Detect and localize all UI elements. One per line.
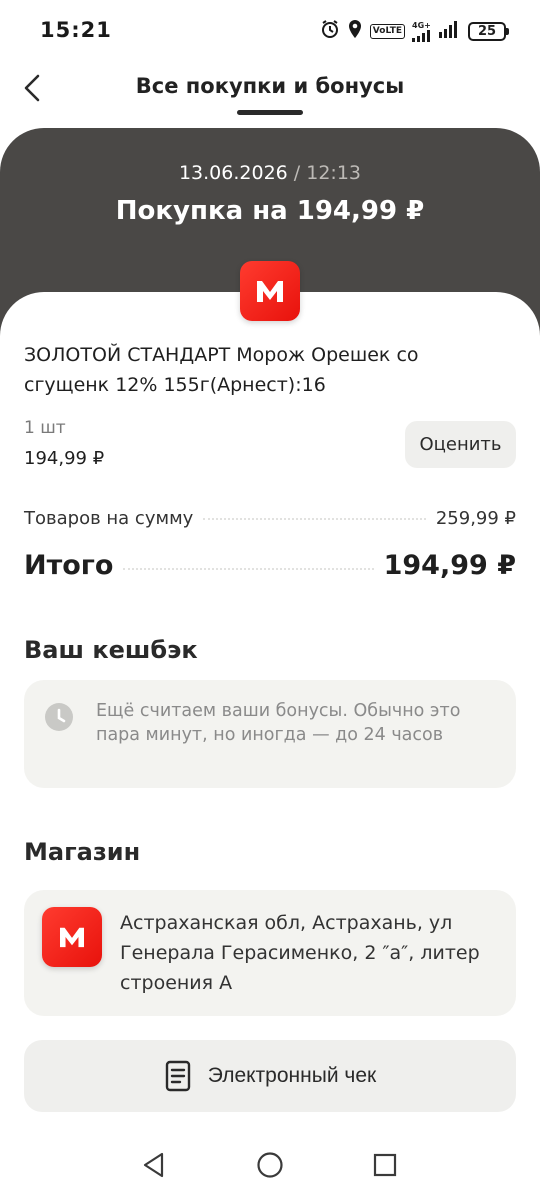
nav-home-button[interactable] xyxy=(255,1150,285,1180)
cashback-message: Ещё считаем ваши бонусы. Обычно это пара… xyxy=(96,701,461,745)
purchase-time: 12:13 xyxy=(306,162,362,184)
cellular-signal-2-icon xyxy=(439,20,461,42)
system-nav-bar xyxy=(0,1132,540,1194)
header: Все покупки и бонусы xyxy=(0,62,540,130)
network-type-label: 4G+ xyxy=(412,20,431,30)
purchase-date: 13.06.2026 xyxy=(178,162,288,184)
magnit-logo-icon xyxy=(60,927,84,948)
shop-logo xyxy=(42,907,102,967)
circle-home-icon xyxy=(257,1152,283,1178)
rate-button[interactable]: Оценить xyxy=(405,421,516,468)
product-price: 194,99 ₽ xyxy=(24,448,105,469)
nav-back-button[interactable] xyxy=(139,1150,169,1180)
triangle-back-icon xyxy=(143,1152,164,1178)
shop-title: Магазин xyxy=(24,838,141,866)
cellular-signal-icon: 4G+ xyxy=(412,21,432,42)
purchase-total-title: Покупка на 194,99 ₽ xyxy=(115,196,425,226)
status-icons: VoLTE 4G+ 25 xyxy=(320,19,509,43)
location-icon xyxy=(347,19,363,43)
clock-icon xyxy=(44,702,74,736)
title-underline xyxy=(237,110,303,115)
shop-address: Астраханская обл, Астрахань, ул Генерала… xyxy=(120,912,480,994)
cashback-title: Ваш кешбэк xyxy=(24,636,198,664)
square-recents-icon xyxy=(373,1153,397,1177)
dotted-leader xyxy=(123,568,374,570)
product-quantity: 1 шт xyxy=(24,418,66,438)
volte-icon: VoLTE xyxy=(369,23,405,39)
receipt-icon xyxy=(165,1060,190,1092)
total-row: Итого 194,99 ₽ xyxy=(24,550,516,581)
cashback-card: Ещё считаем ваши бонусы. Обычно это пара… xyxy=(24,680,516,788)
magnit-logo-icon xyxy=(257,281,283,302)
total-label: Итого xyxy=(24,550,114,581)
nav-recents-button[interactable] xyxy=(370,1150,400,1180)
page-title: Все покупки и бонусы xyxy=(135,74,405,98)
alarm-icon xyxy=(320,19,340,43)
goods-sum-label: Товаров на сумму xyxy=(24,508,194,529)
product-name: ЗОЛОТОЙ СТАНДАРТ Морож Орешек со сгущенк… xyxy=(24,344,419,396)
total-value: 194,99 ₽ xyxy=(383,550,516,581)
status-time: 15:21 xyxy=(40,18,112,42)
battery-icon: 25 xyxy=(468,21,509,41)
goods-sum-value: 259,99 ₽ xyxy=(435,508,516,529)
goods-sum-row: Товаров на сумму 259,99 ₽ xyxy=(24,508,516,529)
status-bar: 15:21 VoLTE 4G+ 25 xyxy=(0,0,540,62)
store-logo xyxy=(240,261,300,321)
datetime-separator: / xyxy=(287,162,307,184)
electronic-receipt-button[interactable]: Электронный чек xyxy=(24,1040,516,1112)
dotted-leader xyxy=(203,518,426,520)
electronic-receipt-label: Электронный чек xyxy=(207,1064,377,1087)
purchase-datetime: 13.06.2026 / 12:13 xyxy=(0,162,540,184)
